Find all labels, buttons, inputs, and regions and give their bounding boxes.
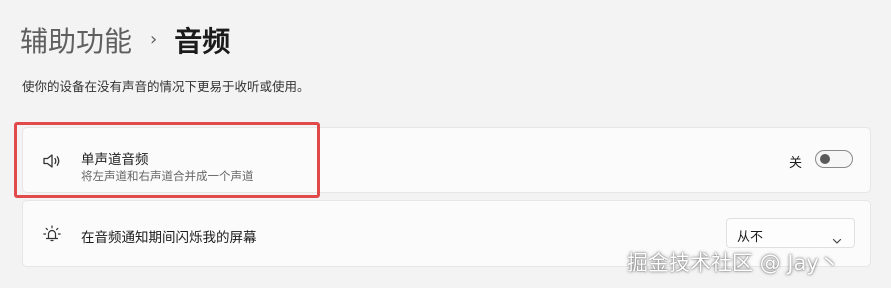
page-title: 音频 [174, 25, 231, 58]
mono-audio-toggle[interactable] [815, 150, 853, 168]
dropdown-selected-value: 从不 [737, 230, 764, 245]
setting-title: 在音频通知期间闪烁我的屏幕 [81, 230, 257, 246]
watermark: 掘金技术社区 @ Jay丶 [627, 251, 840, 275]
page-description: 使你的设备在没有声音的情况下更易于收听或使用。 [22, 79, 310, 94]
flash-screen-dropdown[interactable]: 从不 [726, 218, 855, 248]
setting-subtitle: 将左声道和右声道合并成一个声道 [81, 169, 254, 183]
toggle-knob [820, 154, 830, 164]
setting-card-mono-audio: 单声道音频 将左声道和右声道合并成一个声道 关 [22, 127, 871, 193]
setting-title: 单声道音频 [81, 152, 149, 168]
speaker-icon [41, 150, 63, 172]
breadcrumb: 辅助功能 › 音频 [20, 20, 230, 60]
flash-alert-icon [41, 223, 63, 245]
breadcrumb-parent-link[interactable]: 辅助功能 [20, 20, 132, 60]
toggle-state-label: 关 [789, 156, 803, 171]
breadcrumb-chevron-icon: › [150, 28, 158, 50]
